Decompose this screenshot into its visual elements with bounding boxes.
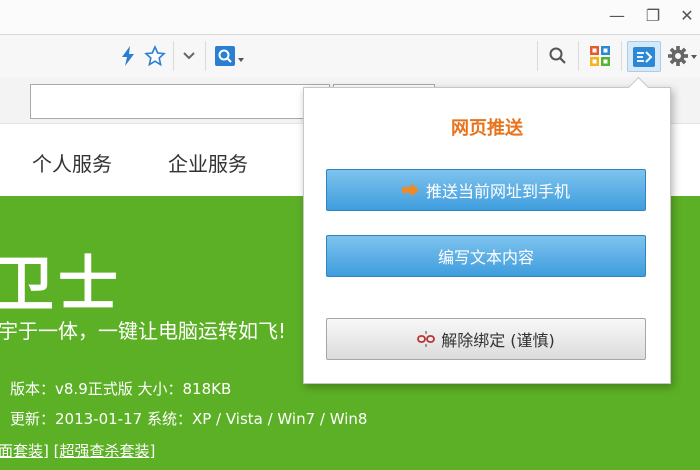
gear-icon[interactable] (665, 43, 699, 69)
hero-tagline: 宇于一体，一键让电脑运转如飞! (0, 319, 287, 343)
hero-title: 卫士 (0, 250, 122, 320)
web-push-popup: 网页推送 推送当前网址到手机 编写文本内容 解除绑定 (谨慎) (303, 76, 671, 384)
arrow-right-icon (401, 183, 419, 197)
nav-item-personal[interactable]: 个人服务 (32, 148, 112, 177)
toolbar-divider (578, 41, 579, 71)
push-url-button[interactable]: 推送当前网址到手机 (326, 169, 646, 211)
popup-title: 网页推送 (451, 118, 523, 139)
broken-link-icon (417, 331, 436, 347)
version-info: 版本：v8.9正式版 大小：818KB (10, 380, 232, 398)
search-icon[interactable] (545, 43, 571, 69)
restore-button[interactable]: ❐ (640, 6, 666, 26)
package-link-full[interactable]: 面套装] (0, 442, 49, 460)
chevron-down-icon[interactable] (178, 43, 200, 69)
minimize-button[interactable]: — (604, 6, 630, 26)
title-bar: — ❐ ✕ (0, 0, 700, 34)
nav-item-enterprise[interactable]: 企业服务 (168, 148, 248, 177)
apps-grid-icon[interactable] (586, 43, 614, 69)
package-link-scan[interactable]: [超强查杀套装] (54, 442, 156, 460)
toolbar-divider (205, 41, 206, 71)
lightning-icon[interactable] (118, 43, 138, 69)
write-text-button[interactable]: 编写文本内容 (326, 235, 646, 277)
toolbar-divider (173, 41, 174, 71)
close-button[interactable]: ✕ (674, 6, 700, 26)
browser-toolbar (0, 34, 700, 78)
search-input[interactable] (30, 84, 330, 119)
unbind-label: 解除绑定 (谨慎) (441, 331, 555, 350)
update-info: 更新：2013-01-17 系统：XP / Vista / Win7 / Win… (10, 410, 368, 428)
push-url-label: 推送当前网址到手机 (425, 182, 570, 201)
toolbar-divider (621, 41, 622, 71)
push-to-phone-icon[interactable] (627, 41, 661, 72)
search-engine-icon[interactable] (212, 43, 246, 69)
star-icon[interactable] (142, 43, 168, 69)
package-links: 面套装] [超强查杀套装] (0, 440, 155, 461)
write-text-label: 编写文本内容 (437, 248, 534, 267)
toolbar-divider (537, 41, 538, 71)
unbind-button[interactable]: 解除绑定 (谨慎) (326, 318, 646, 360)
